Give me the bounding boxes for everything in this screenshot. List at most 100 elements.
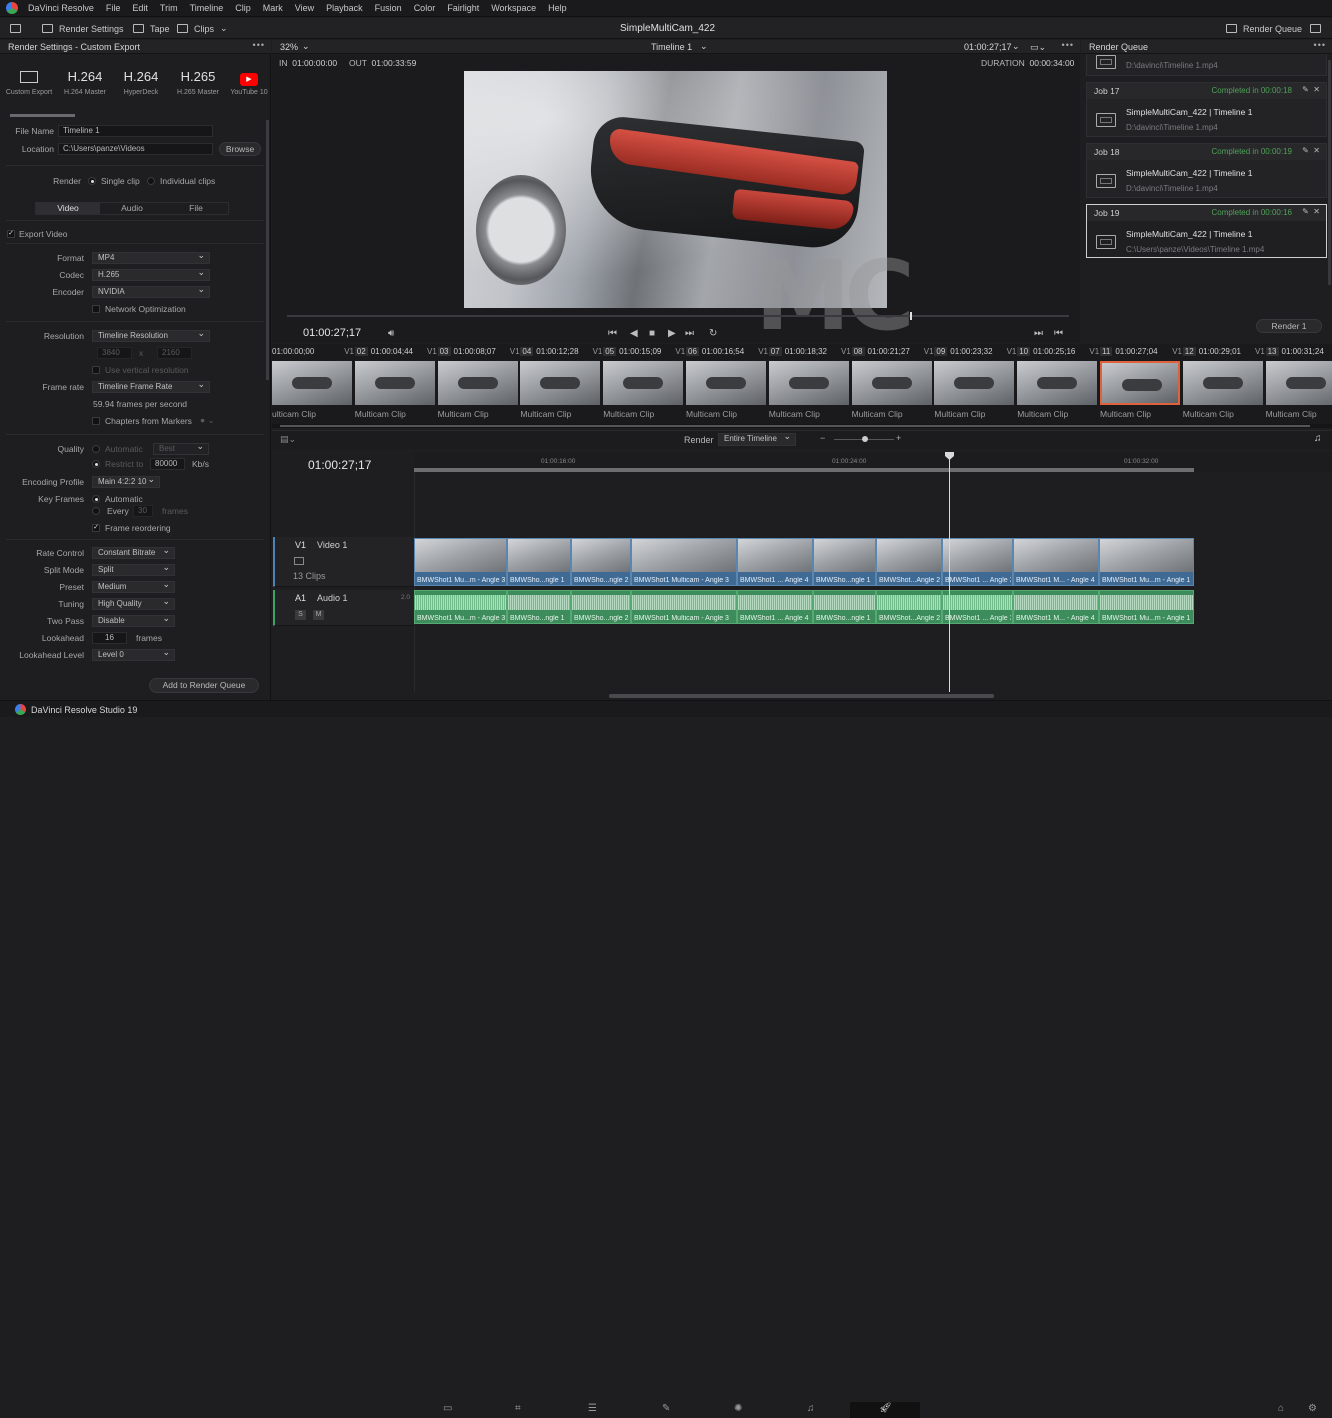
- audio-clip[interactable]: BMWShot1 M... - Angle 4: [1013, 590, 1099, 624]
- render-queue-toggle[interactable]: Render Queue: [1226, 18, 1302, 39]
- tab-video[interactable]: Video: [36, 203, 100, 214]
- fusion-page-icon[interactable]: ✎: [662, 1403, 670, 1414]
- menu-trim[interactable]: Trim: [154, 3, 184, 13]
- queue-job-19[interactable]: Job 19 Completed in 00:00:16 ✎ ✕ SimpleMult…: [1086, 204, 1327, 258]
- video-clip[interactable]: BMWSho...ngle 2: [571, 538, 631, 586]
- audio-clip[interactable]: BMWShot1 Multicam - Angle 3: [631, 590, 737, 624]
- file-name-field[interactable]: Timeline 1: [58, 125, 213, 137]
- gear-icon[interactable]: ⚙︎: [1308, 1403, 1317, 1414]
- prev-edit-icon[interactable]: ⏮︎: [1054, 328, 1063, 339]
- browse-button[interactable]: Browse: [219, 142, 261, 156]
- solo-button[interactable]: S: [295, 610, 306, 620]
- network-opt-checkbox[interactable]: [92, 305, 100, 313]
- tab-audio[interactable]: Audio: [100, 203, 164, 214]
- preset-hyperdeck[interactable]: H.264 HyperDeck: [113, 68, 169, 96]
- clip-thumbnail[interactable]: 12 01:00:29;01 V1 Multicam Clip: [1182, 344, 1265, 424]
- queue-job-previous[interactable]: D:\davinci\Timeline 1.mp4: [1086, 54, 1327, 76]
- lookahead-field[interactable]: 16: [92, 632, 127, 644]
- strip-scrollbar[interactable]: [272, 424, 1332, 428]
- menu-mark[interactable]: Mark: [257, 3, 289, 13]
- quality-auto-radio[interactable]: [92, 445, 100, 453]
- two-pass-select[interactable]: Disable: [92, 613, 175, 627]
- preset-scrollbar[interactable]: [10, 114, 75, 117]
- add-to-render-queue-button[interactable]: Add to Render Queue: [149, 678, 259, 693]
- kf-auto-radio[interactable]: [92, 495, 100, 503]
- next-edit-icon[interactable]: ⏭︎: [1034, 328, 1043, 339]
- loop-icon[interactable]: ↻: [709, 328, 717, 339]
- audio-clip[interactable]: BMWShot1 Mu...m - Angle 1: [1099, 590, 1194, 624]
- zoom-select[interactable]: 32%: [280, 42, 298, 52]
- render-settings-toggle[interactable]: Render Settings: [42, 18, 124, 39]
- codec-select[interactable]: H.265: [92, 267, 210, 281]
- individual-clips-radio[interactable]: [147, 177, 155, 185]
- video-clip[interactable]: BMWShot1 M... - Angle 4: [1013, 538, 1099, 586]
- frame-rate-select[interactable]: Timeline Frame Rate: [92, 379, 210, 393]
- clip-thumbnail[interactable]: 07 01:00:18;32 V1 Multicam Clip: [768, 344, 851, 424]
- track-header-v1[interactable]: V1 Video 1 13 Clips: [273, 537, 414, 587]
- video-clip[interactable]: BMWSho...ngle 1: [507, 538, 571, 586]
- cut-page-icon[interactable]: ⌗: [515, 1403, 521, 1414]
- frame-reorder-checkbox[interactable]: ✓: [92, 524, 100, 532]
- edit-close-icon[interactable]: ✎ ✕: [1302, 207, 1320, 216]
- res-width-field[interactable]: 3840: [97, 347, 132, 359]
- clip-thumbnail[interactable]: 11 01:00:27;04 V1 Multicam Clip: [1100, 344, 1182, 424]
- clip-thumbnail[interactable]: 08 01:00:21;27 V1 Multicam Clip: [851, 344, 934, 424]
- menu-workspace[interactable]: Workspace: [485, 3, 542, 13]
- preset-h264-master[interactable]: H.264 H.264 Master: [57, 68, 113, 96]
- audio-clip[interactable]: BMWShot1 Mu...m - Angle 3: [414, 590, 507, 624]
- tab-file[interactable]: File: [164, 203, 228, 214]
- preset-custom-export[interactable]: Custom Export: [1, 68, 57, 96]
- clip-thumbnail[interactable]: 06 01:00:16;54 V1 Multicam Clip: [686, 344, 768, 424]
- menu-fusion[interactable]: Fusion: [369, 3, 408, 13]
- lookahead-level-select[interactable]: Level 0: [92, 647, 175, 661]
- vertical-res-checkbox[interactable]: [92, 366, 100, 374]
- bitrate-field[interactable]: 80000: [150, 458, 185, 470]
- timeline-h-scrollbar[interactable]: [609, 694, 994, 698]
- tape-toggle[interactable]: Tape: [133, 18, 170, 39]
- video-clip[interactable]: BMWShot1 Multicam - Angle 3: [631, 538, 737, 586]
- queue-scrollbar[interactable]: [1328, 60, 1331, 285]
- menu-help[interactable]: Help: [542, 3, 573, 13]
- export-video-checkbox[interactable]: ✓: [7, 230, 15, 238]
- kf-every-radio[interactable]: [92, 507, 100, 515]
- volume-icon[interactable]: 🔊︎: [388, 328, 394, 339]
- last-frame-icon[interactable]: ⏭︎: [685, 328, 694, 339]
- preset-select[interactable]: Medium: [92, 579, 175, 593]
- play-reverse-icon[interactable]: ◀︎: [630, 328, 638, 339]
- clip-thumbnail[interactable]: 04 01:00:12;28 V1 Multicam Clip: [520, 344, 602, 424]
- scrubber-track[interactable]: [287, 315, 1069, 317]
- encoding-profile-select[interactable]: Main 4:2:2 10: [92, 474, 160, 488]
- quality-select[interactable]: Best: [153, 441, 209, 455]
- video-clip[interactable]: BMWShot1 ... Angle 4: [737, 538, 813, 586]
- queue-job-18[interactable]: Job 18 Completed in 00:00:19 ✎ ✕ SimpleMult…: [1086, 143, 1327, 198]
- strip-scroll-thumb[interactable]: [280, 425, 1310, 427]
- audio-clip[interactable]: BMWSho...ngle 1: [507, 590, 571, 624]
- rate-control-select[interactable]: Constant Bitrate: [92, 545, 175, 559]
- format-select[interactable]: MP4: [92, 250, 210, 264]
- panel-scrollbar[interactable]: [266, 120, 269, 380]
- audio-meter-icon[interactable]: ♫: [1314, 433, 1322, 444]
- viewer-options-icon[interactable]: ▭⌄: [1030, 42, 1046, 53]
- fairlight-page-icon[interactable]: ♫: [807, 1403, 815, 1414]
- timeline-select[interactable]: Timeline 1: [651, 42, 692, 52]
- menu-clip[interactable]: Clip: [229, 3, 257, 13]
- res-height-field[interactable]: 2160: [157, 347, 192, 359]
- location-field[interactable]: C:\Users\panze\Videos: [58, 143, 213, 155]
- timeline-ruler[interactable]: 01:00:16:00 01:00:24:00 01:00:32:00: [414, 452, 1332, 472]
- more-options-icon[interactable]: •••: [1314, 40, 1326, 50]
- first-frame-icon[interactable]: ⏮︎: [608, 328, 617, 339]
- clip-thumbnail[interactable]: 05 01:00:15;09 V1 Multicam Clip: [603, 344, 685, 424]
- media-page-icon[interactable]: ▭: [443, 1403, 452, 1414]
- video-clip[interactable]: BMWShot1 Mu...m - Angle 3: [414, 538, 507, 586]
- render-range-select[interactable]: Entire Timeline: [718, 431, 796, 446]
- edit-close-icon[interactable]: ✎ ✕: [1302, 146, 1320, 155]
- mute-button[interactable]: M: [313, 610, 324, 620]
- clip-thumbnail[interactable]: 09 01:00:23;32 V1 Multicam Clip: [934, 344, 1016, 424]
- audio-clip[interactable]: BMWShot1 ... Angle 3: [942, 590, 1013, 624]
- chapters-color-icon[interactable]: ● ⌄: [200, 415, 215, 426]
- stop-icon[interactable]: ■: [649, 328, 655, 339]
- menu-file[interactable]: File: [100, 3, 127, 13]
- menu-app[interactable]: DaVinci Resolve: [22, 3, 100, 13]
- clip-thumbnail[interactable]: 01:00:00;00 V1 ulticam Clip: [272, 344, 354, 424]
- scrubber-playhead[interactable]: [910, 312, 912, 320]
